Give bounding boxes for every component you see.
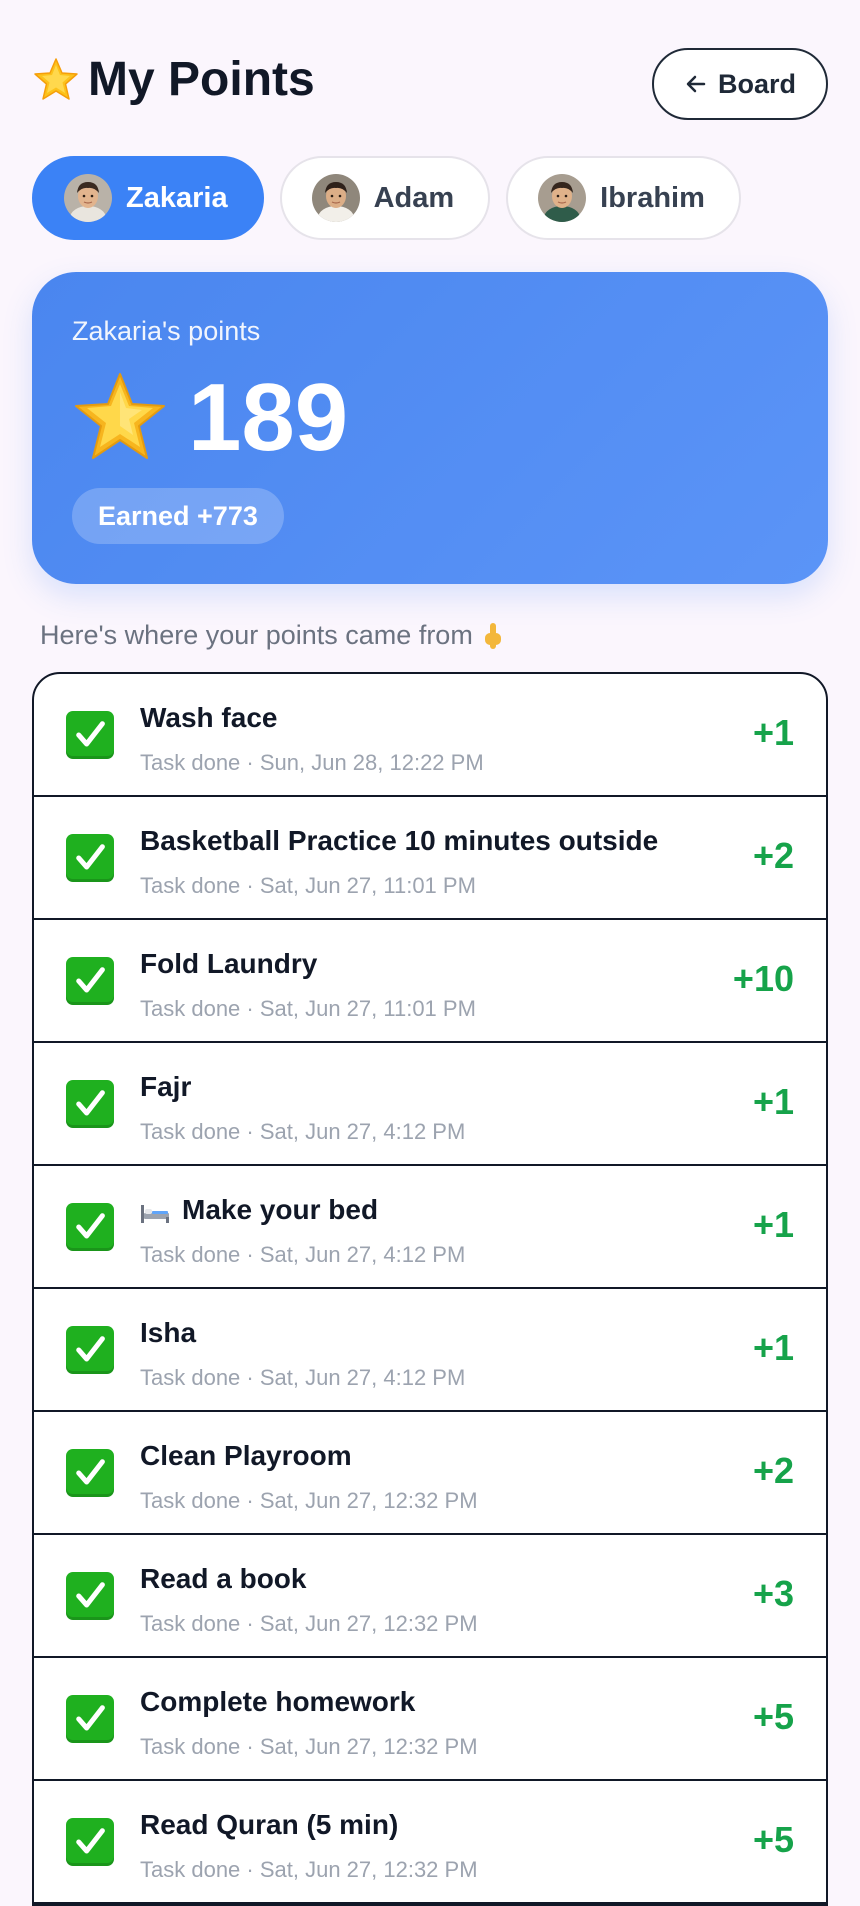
item-meta: Task done · Sat, Jun 27, 11:01 PM xyxy=(140,873,476,898)
list-item: Read a book Task done · Sat, Jun 27, 12:… xyxy=(34,1535,826,1658)
page-title: My Points xyxy=(32,56,315,104)
checkmark-icon xyxy=(66,834,114,882)
item-meta: Task done · Sat, Jun 27, 12:32 PM xyxy=(140,1488,478,1513)
item-meta: Task done · Sat, Jun 27, 12:32 PM xyxy=(140,1857,478,1882)
earned-badge: Earned +773 xyxy=(72,488,284,544)
kid-tab-adam[interactable]: Adam xyxy=(279,156,491,240)
item-meta: Task done · Sat, Jun 27, 4:12 PM xyxy=(140,1365,466,1390)
points-card: Zakaria's points 189 Earned +773 xyxy=(32,272,828,584)
pointing-down-icon xyxy=(481,621,505,651)
item-title: Read a book xyxy=(140,1563,307,1594)
list-item: Basketball Practice 10 minutes outside T… xyxy=(34,797,826,920)
avatar xyxy=(311,174,360,222)
bed-icon xyxy=(140,1199,170,1223)
item-title: Isha xyxy=(140,1317,197,1348)
kid-tab-label: Adam xyxy=(373,181,455,214)
item-points: +1 xyxy=(752,712,794,753)
board-button-label: Board xyxy=(717,68,796,99)
item-meta: Task done · Sat, Jun 27, 12:32 PM xyxy=(140,1611,478,1636)
history-subtitle-text: Here's where your points came from xyxy=(40,620,473,650)
checkmark-icon xyxy=(66,1818,114,1866)
kid-tab-label: Ibrahim xyxy=(600,181,705,214)
list-item: Make your bed Task done · Sat, Jun 27, 4… xyxy=(34,1166,826,1289)
list-item: Isha Task done · Sat, Jun 27, 4:12 PM +1 xyxy=(34,1289,826,1412)
star-icon xyxy=(70,368,170,468)
item-title: Fajr xyxy=(140,1071,192,1102)
checkmark-icon xyxy=(66,1326,114,1374)
item-meta: Task done · Sat, Jun 27, 4:12 PM xyxy=(140,1119,466,1144)
points-total: 189 xyxy=(70,368,348,468)
item-title: Read Quran (5 min) xyxy=(140,1809,399,1840)
checkmark-icon xyxy=(66,957,114,1005)
star-icon xyxy=(32,56,80,104)
list-item: Read Quran (5 min) Task done · Sat, Jun … xyxy=(34,1781,826,1904)
item-points: +5 xyxy=(752,1819,794,1860)
kid-tab-label: Zakaria xyxy=(126,181,228,214)
checkmark-icon xyxy=(66,1695,114,1743)
points-card-label: Zakaria's points xyxy=(72,316,261,346)
item-points: +5 xyxy=(752,1696,794,1737)
avatar xyxy=(64,174,112,222)
item-title: Clean Playroom xyxy=(140,1440,352,1471)
item-meta: Task done · Sat, Jun 27, 11:01 PM xyxy=(140,996,476,1021)
checkmark-icon xyxy=(66,1080,114,1128)
kid-selector: Zakaria Adam Ibrahim xyxy=(32,156,741,240)
checkmark-icon xyxy=(66,1203,114,1251)
list-item: Clean Playroom Task done · Sat, Jun 27, … xyxy=(34,1412,826,1535)
item-title: Complete homework xyxy=(140,1686,416,1717)
item-points: +10 xyxy=(732,958,794,999)
arrow-left-icon xyxy=(684,72,708,96)
item-meta: Task done · Sat, Jun 27, 4:12 PM xyxy=(140,1242,466,1267)
item-title: Fold Laundry xyxy=(140,948,318,979)
item-title: Make your bed xyxy=(140,1194,378,1226)
list-item: Fajr Task done · Sat, Jun 27, 4:12 PM +1 xyxy=(34,1043,826,1166)
points-history-list: Wash face Task done · Sun, Jun 28, 12:22… xyxy=(32,672,828,1906)
page-title-text: My Points xyxy=(88,53,315,106)
kid-tab-ibrahim[interactable]: Ibrahim xyxy=(506,156,741,240)
item-meta: Task done · Sun, Jun 28, 12:22 PM xyxy=(140,750,484,775)
history-subtitle: Here's where your points came from xyxy=(40,620,505,651)
list-item: Wash face Task done · Sun, Jun 28, 12:22… xyxy=(34,674,826,797)
avatar xyxy=(538,174,587,222)
checkmark-icon xyxy=(66,1572,114,1620)
item-title: Basketball Practice 10 minutes outside xyxy=(140,825,659,856)
list-item: Complete homework Task done · Sat, Jun 2… xyxy=(34,1658,826,1781)
item-points: +1 xyxy=(752,1204,794,1245)
item-points: +2 xyxy=(752,835,794,876)
item-title: Wash face xyxy=(140,702,278,733)
item-points: +3 xyxy=(752,1573,794,1614)
item-meta: Task done · Sat, Jun 27, 12:32 PM xyxy=(140,1734,478,1759)
points-value: 189 xyxy=(188,364,349,471)
board-button[interactable]: Board xyxy=(652,48,828,120)
list-item: Fold Laundry Task done · Sat, Jun 27, 11… xyxy=(34,920,826,1043)
header: My Points Board xyxy=(32,48,828,124)
kid-tab-zakaria[interactable]: Zakaria xyxy=(32,156,264,240)
item-points: +1 xyxy=(752,1081,794,1122)
checkmark-icon xyxy=(66,1449,114,1497)
item-points: +1 xyxy=(752,1327,794,1368)
item-points: +2 xyxy=(752,1450,794,1491)
checkmark-icon xyxy=(66,711,114,759)
